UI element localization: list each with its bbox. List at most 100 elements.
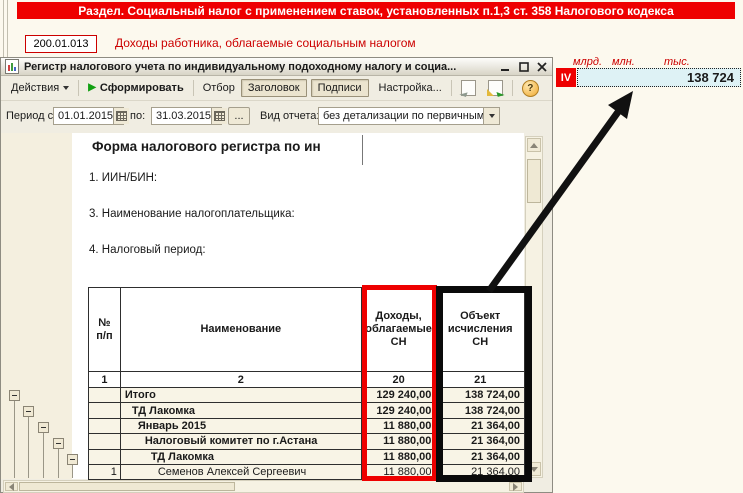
toolbar-separator — [512, 80, 513, 96]
collapse-toggle[interactable] — [38, 422, 49, 433]
tree-line — [14, 401, 15, 478]
horizontal-scrollbar[interactable] — [3, 480, 524, 493]
form-border-line — [7, 0, 8, 57]
arrow-up-icon — [530, 143, 538, 148]
table-row-total[interactable]: Итого 129 240,00 138 724,00 — [89, 388, 524, 403]
collapse-toggle[interactable] — [9, 390, 20, 401]
declaration-value-cell[interactable]: 138 724 — [577, 68, 741, 87]
section-banner: Раздел. Социальный налог с применением с… — [17, 2, 735, 19]
scroll-right-button[interactable] — [509, 482, 522, 491]
unit-label-thousands: тыс. — [664, 56, 690, 68]
screen: Раздел. Социальный налог с применением с… — [0, 0, 743, 493]
settings-button[interactable]: Настройка... — [373, 80, 448, 96]
close-button[interactable] — [534, 60, 549, 74]
cell-object: 21 364,00 — [436, 450, 524, 465]
toolbar-separator — [78, 80, 79, 96]
col-number: 2 — [121, 372, 362, 388]
cell-income: 129 240,00 — [362, 388, 437, 403]
signatures-toggle-button[interactable]: Подписи — [311, 79, 369, 97]
period-from-input[interactable]: 01.01.2015 — [53, 107, 124, 125]
col-header-income[interactable]: Доходы, облагаемые СН — [362, 288, 437, 372]
collapse-toggle[interactable] — [67, 454, 78, 465]
chevron-down-icon — [63, 86, 69, 90]
cell-num — [89, 388, 121, 403]
form-code-label: Доходы работника, облагаемые социальным … — [115, 36, 416, 50]
scrollbar-thumb[interactable] — [527, 159, 541, 203]
table-row-group[interactable]: ТД Лакомка 129 240,00 138 724,00 — [89, 403, 524, 418]
grouping-panel — [1, 133, 72, 479]
row-label-badge: IV — [556, 68, 576, 87]
table-row-group[interactable]: Налоговый комитет по г.Астана 11 880,00 … — [89, 434, 524, 449]
minus-icon — [41, 427, 46, 428]
minimize-button[interactable] — [498, 60, 513, 74]
period-to-input[interactable]: 31.03.2015 — [151, 107, 222, 125]
unit-label-billions: млрд. — [573, 56, 602, 68]
actions-label: Действия — [11, 82, 59, 94]
cell-num — [89, 434, 121, 449]
col-header-name[interactable]: Наименование — [121, 288, 362, 372]
period-from-label: Период с: — [6, 110, 56, 122]
scroll-up-button[interactable] — [527, 138, 541, 152]
col-header-num[interactable]: № п/п — [89, 288, 121, 372]
window-titlebar[interactable]: Регистр налогового учета по индивидуальн… — [1, 58, 552, 76]
document-export-green-icon — [488, 80, 503, 96]
period-more-button[interactable]: ... — [228, 107, 250, 125]
cell-name: ТД Лакомка — [121, 450, 362, 465]
period-to-label: по: — [130, 110, 145, 122]
table-row-group[interactable]: Январь 2015 11 880,00 21 364,00 — [89, 419, 524, 434]
col-number: 21 — [436, 372, 524, 388]
table-row-employee[interactable]: 1 Семенов Алексей Сергеевич 11 880,00 21… — [89, 465, 524, 480]
report-type-select[interactable]: без детализации по первичным док — [318, 107, 500, 125]
toolbar-separator — [451, 80, 452, 96]
help-button[interactable]: ? — [516, 78, 545, 99]
export-disabled-button[interactable] — [455, 78, 482, 98]
scrollbar-thumb[interactable] — [19, 482, 235, 491]
table-header-row: № п/п Наименование Доходы, облагаемые СН… — [89, 288, 524, 372]
table-row-group[interactable]: ТД Лакомка 11 880,00 21 364,00 — [89, 450, 524, 465]
cell-object: 21 364,00 — [436, 419, 524, 434]
report-form-title: Форма налогового регистра по ин — [92, 139, 360, 154]
help-icon: ? — [522, 80, 539, 97]
cell-name: Семенов Алексей Сергеевич — [121, 465, 362, 480]
filter-button[interactable]: Отбор — [197, 80, 241, 96]
collapse-toggle[interactable] — [53, 438, 64, 449]
calendar-button[interactable] — [211, 108, 227, 124]
minus-icon — [70, 459, 75, 460]
window-title: Регистр налогового учета по индивидуальн… — [24, 61, 498, 73]
cell-income: 129 240,00 — [362, 403, 437, 418]
cell-border — [362, 135, 363, 165]
minus-icon — [26, 411, 31, 412]
cell-object: 21 364,00 — [436, 465, 524, 480]
play-icon: ▶ — [88, 83, 96, 93]
tree-line — [58, 449, 59, 478]
header-toggle-button[interactable]: Заголовок — [241, 79, 307, 97]
export-button[interactable] — [482, 78, 509, 98]
report-parameters: Период с: 01.01.2015 по: 31.03.2015 ... … — [1, 101, 552, 133]
actions-menu-button[interactable]: Действия — [5, 80, 75, 96]
cell-income: 11 880,00 — [362, 419, 437, 434]
tree-line — [43, 433, 44, 478]
form-line-iin: 1. ИИН/БИН: — [89, 172, 157, 184]
scroll-down-button[interactable] — [527, 462, 541, 476]
form-code-field[interactable]: 200.01.013 — [25, 35, 97, 53]
maximize-button[interactable] — [516, 60, 531, 74]
toolbar-separator — [193, 80, 194, 96]
cell-income: 11 880,00 — [362, 450, 437, 465]
cell-income: 11 880,00 — [362, 434, 437, 449]
cell-name: ТД Лакомка — [121, 403, 362, 418]
cell-object: 138 724,00 — [436, 403, 524, 418]
calendar-icon — [214, 111, 225, 121]
cell-num: 1 — [89, 465, 121, 480]
dropdown-button[interactable] — [483, 108, 499, 124]
minus-icon — [12, 395, 17, 396]
toolbar: Действия ▶ Сформировать Отбор Заголовок … — [1, 76, 552, 101]
scroll-left-button[interactable] — [5, 482, 18, 491]
col-header-object[interactable]: Объект исчисления СН — [436, 288, 524, 372]
form-line-taxpayer: 3. Наименование налогоплательщика: — [89, 208, 295, 220]
generate-button[interactable]: ▶ Сформировать — [82, 80, 190, 96]
vertical-scrollbar[interactable] — [525, 136, 543, 478]
form-border-line — [3, 0, 4, 57]
cell-num — [89, 403, 121, 418]
collapse-toggle[interactable] — [23, 406, 34, 417]
calendar-button[interactable] — [113, 108, 129, 124]
